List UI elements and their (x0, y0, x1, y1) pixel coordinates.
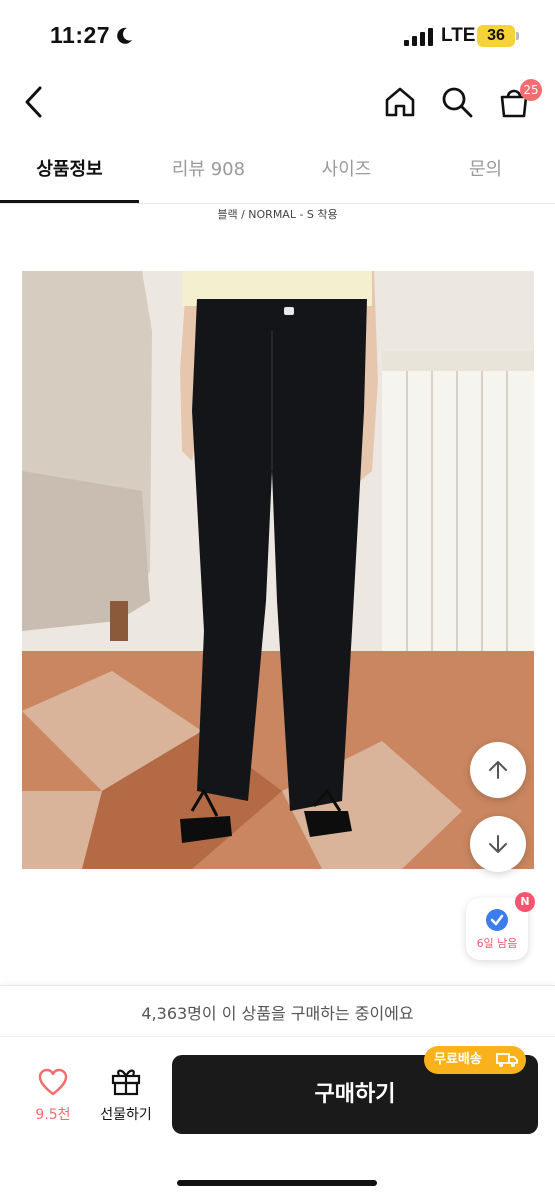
tab-reviews[interactable]: 리뷰 908 (139, 138, 278, 202)
buyers-count-text: 4,363명이 이 상품을 구매하는 중이에요 (141, 1004, 414, 1023)
heart-icon (38, 1068, 68, 1096)
chevron-left-icon (25, 86, 42, 118)
battery-indicator: 36 (477, 25, 515, 47)
home-icon (385, 87, 415, 117)
like-count: 9.5천 (35, 1107, 71, 1123)
status-bar: 11:27 LTE 36 (0, 0, 555, 70)
verified-check-icon (486, 909, 508, 931)
like-button[interactable] (28, 1068, 78, 1100)
tab-product-info[interactable]: 상품정보 (0, 138, 139, 202)
gift-icon (111, 1069, 141, 1096)
gift-label: 선물하기 (100, 1107, 152, 1123)
truck-icon (496, 1053, 518, 1067)
gift-button[interactable] (104, 1066, 148, 1100)
new-badge: N (515, 892, 535, 912)
scroll-up-button[interactable] (470, 742, 526, 798)
cart-count-badge: 25 (520, 79, 542, 101)
back-button[interactable] (14, 82, 54, 122)
product-image (22, 271, 534, 869)
moon-icon (117, 27, 132, 44)
home-button[interactable] (380, 82, 420, 122)
product-photo-illustration (22, 271, 534, 869)
product-caption: 블랙 / NORMAL - S 착용 (217, 208, 338, 221)
arrow-down-icon (489, 835, 507, 853)
product-tabs: 상품정보 리뷰 908 사이즈 문의 (0, 138, 555, 204)
timer-remaining: 6일 남음 (476, 937, 518, 950)
free-shipping-badge: 무료배송 (424, 1046, 526, 1074)
status-time: 11:27 (50, 22, 111, 48)
arrow-up-icon (489, 761, 507, 779)
signal-icon (404, 28, 433, 46)
tab-size[interactable]: 사이즈 (277, 138, 416, 202)
battery-tip (516, 32, 519, 40)
home-indicator (177, 1180, 377, 1186)
free-shipping-label: 무료배송 (434, 1052, 482, 1067)
search-icon (442, 87, 473, 118)
top-nav (0, 70, 555, 134)
divider (0, 1036, 555, 1037)
scroll-down-button[interactable] (470, 816, 526, 872)
search-button[interactable] (437, 82, 477, 122)
active-tab-indicator (0, 200, 139, 203)
tab-inquiry[interactable]: 문의 (416, 138, 555, 202)
network-label: LTE (441, 25, 476, 46)
